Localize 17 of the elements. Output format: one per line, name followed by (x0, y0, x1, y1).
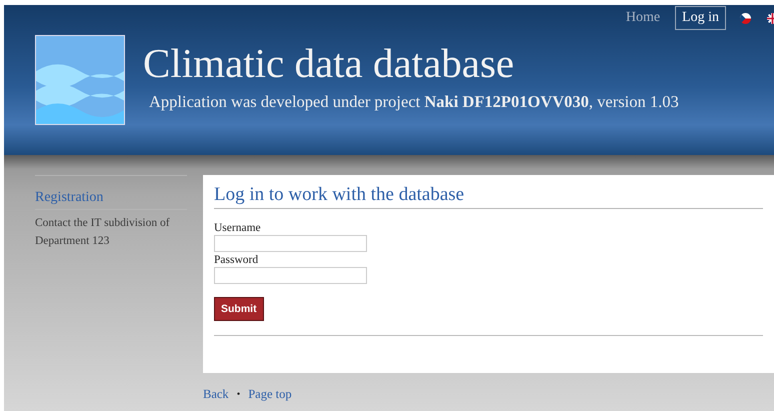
czech-flag-icon[interactable] (740, 12, 751, 24)
sidebar-heading: Registration (35, 190, 187, 210)
nav-link[interactable]: Log in (675, 6, 726, 30)
footer-link[interactable]: Page top (248, 387, 292, 402)
input-field[interactable] (214, 235, 367, 252)
input-field[interactable] (214, 267, 367, 284)
sidebar-text: Contact the IT subdivision of Department 123 (35, 216, 171, 249)
waves-logo-icon (35, 35, 125, 125)
footer-link[interactable]: Back (203, 387, 229, 402)
field-label: Password (214, 254, 260, 266)
subtitle: Application was developed under project Naki DF12P01OVV030, version 1.03 (149, 92, 679, 112)
site-title: Climatic data database (143, 41, 516, 86)
submit-button[interactable]: Submit (214, 297, 264, 321)
nav-link[interactable]: Home (618, 6, 668, 30)
field-label: Username (214, 222, 262, 234)
separator-dot: • (236, 389, 240, 400)
login-heading: Log in to work with the database (214, 184, 763, 209)
